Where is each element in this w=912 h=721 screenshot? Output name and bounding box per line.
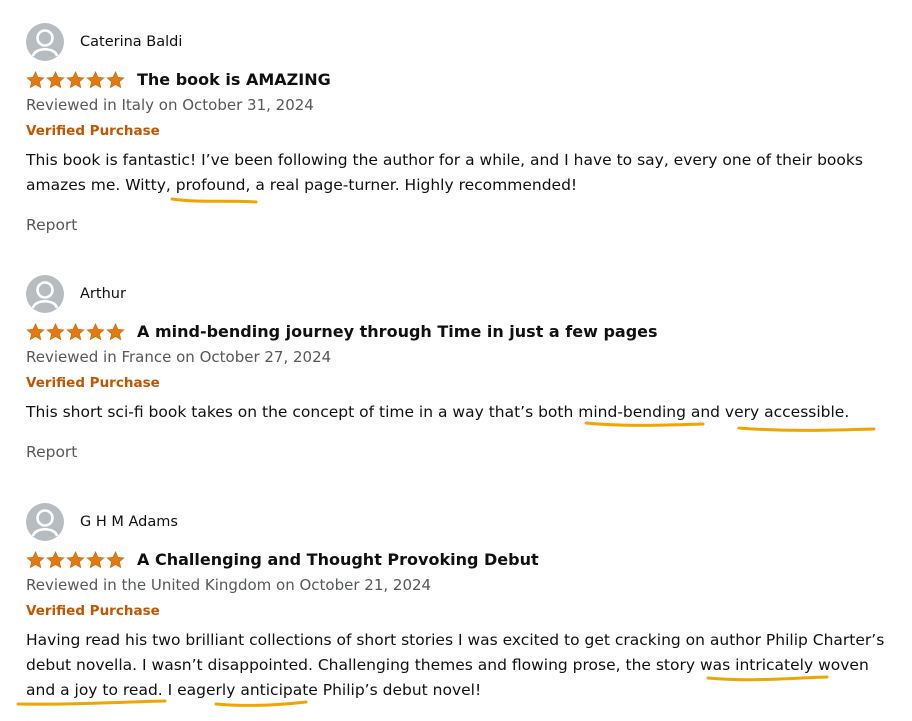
review-title[interactable]: A mind-bending journey through Time in j… xyxy=(137,322,658,341)
star-rating[interactable] xyxy=(26,70,125,89)
star-icon xyxy=(86,550,105,568)
star-icon xyxy=(66,322,85,340)
star-icon xyxy=(86,70,105,88)
star-rating[interactable] xyxy=(26,550,125,569)
reviewer-name: G H M Adams xyxy=(80,514,178,530)
verified-purchase-badge: Verified Purchase xyxy=(26,603,160,619)
star-icon xyxy=(26,550,45,568)
review-date: Reviewed in the United Kingdom on Octobe… xyxy=(26,576,432,594)
star-icon xyxy=(106,70,125,88)
star-icon xyxy=(46,550,65,568)
reviewer-profile[interactable]: G H M Adams xyxy=(26,502,178,542)
reviewer-profile[interactable]: Caterina Baldi xyxy=(26,22,182,62)
reviewer-name: Caterina Baldi xyxy=(80,34,183,50)
avatar-icon xyxy=(26,275,64,313)
underline-profound xyxy=(170,197,258,204)
review-date: Reviewed in Italy on October 31, 2024 xyxy=(26,96,314,114)
star-icon xyxy=(106,322,125,340)
star-icon xyxy=(26,70,45,88)
review-title[interactable]: A Challenging and Thought Provoking Debu… xyxy=(137,550,539,569)
report-link[interactable]: Report xyxy=(26,216,77,234)
review-body: This short sci-fi book takes on the conc… xyxy=(26,403,850,421)
verified-purchase-badge: Verified Purchase xyxy=(26,375,160,391)
avatar-icon xyxy=(26,503,64,541)
avatar-icon xyxy=(26,23,64,61)
star-icon xyxy=(26,322,45,340)
review-body: Having read his two brilliant collection… xyxy=(26,631,885,699)
reviewer-name: Arthur xyxy=(80,286,126,302)
review-title[interactable]: The book is AMAZING xyxy=(137,70,331,89)
star-icon xyxy=(66,550,85,568)
star-icon xyxy=(66,70,85,88)
verified-purchase-badge: Verified Purchase xyxy=(26,123,160,139)
star-rating[interactable] xyxy=(26,322,125,341)
star-icon xyxy=(46,70,65,88)
star-icon xyxy=(106,550,125,568)
review-body: This book is fantastic! I’ve been follow… xyxy=(26,151,863,194)
star-icon xyxy=(86,322,105,340)
reviewer-profile[interactable]: Arthur xyxy=(26,274,126,314)
report-link[interactable]: Report xyxy=(26,443,77,461)
review-date: Reviewed in France on October 27, 2024 xyxy=(26,348,332,366)
star-icon xyxy=(46,322,65,340)
underline-very-accessible xyxy=(737,426,876,432)
